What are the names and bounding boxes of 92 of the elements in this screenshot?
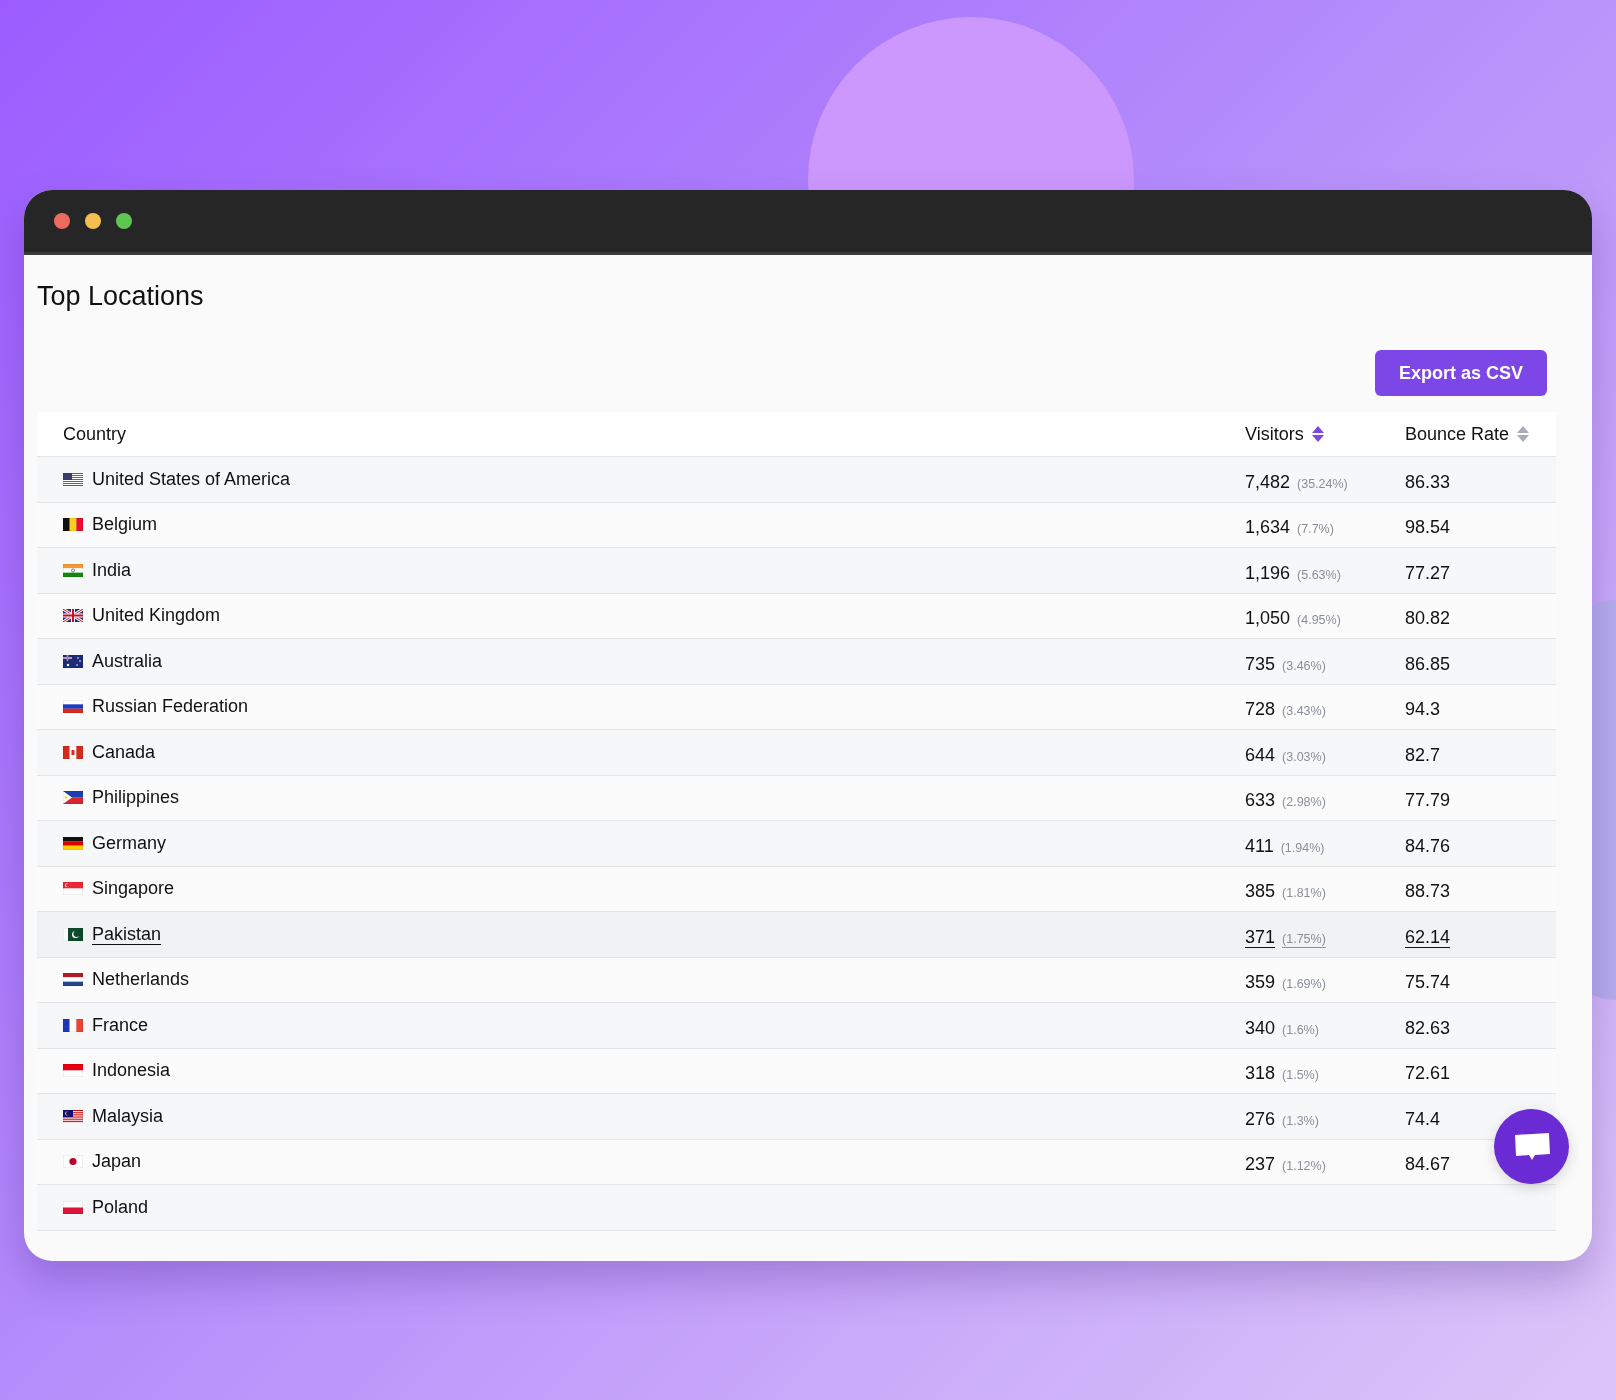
visitor-count: 644 <box>1245 744 1276 766</box>
flag-icon <box>63 1018 83 1032</box>
flag-icon <box>63 836 83 850</box>
flag-icon <box>63 563 83 577</box>
flag-icon <box>63 927 83 941</box>
visitor-share: (3.43%) <box>1282 704 1326 719</box>
bounce-rate: 80.82 <box>1405 608 1451 630</box>
country-name[interactable]: Germany <box>92 832 167 854</box>
country-name[interactable]: France <box>92 1014 149 1036</box>
visitor-share: (35.24%) <box>1297 476 1348 491</box>
country-name[interactable]: Philippines <box>92 787 180 809</box>
flag-icon <box>63 654 83 668</box>
maximize-button[interactable] <box>116 213 132 229</box>
close-button[interactable] <box>54 213 70 229</box>
country-name[interactable]: Netherlands <box>92 969 190 991</box>
export-csv-button[interactable]: Export as CSV <box>1374 350 1547 396</box>
country-name[interactable]: India <box>92 559 132 581</box>
sort-icon[interactable] <box>1311 426 1324 442</box>
flag-icon <box>63 1200 83 1214</box>
chat-bubble-icon <box>1513 1131 1550 1162</box>
page-title: Top Locations <box>37 281 205 312</box>
visitor-count: 633 <box>1245 790 1276 812</box>
visitor-count: 276 <box>1245 1108 1276 1130</box>
visitor-share: (7.7%) <box>1297 522 1334 537</box>
bounce-rate: 77.79 <box>1405 790 1451 812</box>
country-name[interactable]: Pakistan <box>92 923 162 945</box>
visitor-share: (3.46%) <box>1282 658 1326 673</box>
visitor-share: (1.6%) <box>1282 1022 1319 1037</box>
visitor-count: 7,482 <box>1245 471 1291 493</box>
visitor-share: (1.69%) <box>1282 977 1326 992</box>
flag-icon <box>63 472 83 486</box>
visitor-count: 1,634 <box>1245 517 1291 539</box>
visitor-share: (1.5%) <box>1282 1068 1319 1083</box>
bounce-rate: 86.33 <box>1405 471 1451 493</box>
flag-icon <box>63 518 83 532</box>
visitor-share: (1.81%) <box>1282 886 1326 901</box>
bounce-rate: 82.63 <box>1405 1017 1451 1039</box>
column-header: Country <box>63 423 127 445</box>
visitor-share: (1.12%) <box>1282 1159 1326 1174</box>
visitor-count: 385 <box>1245 881 1276 903</box>
bounce-rate: 72.61 <box>1405 1063 1451 1085</box>
visitor-count: 340 <box>1245 1017 1276 1039</box>
visitor-count: 1,196 <box>1245 562 1291 584</box>
country-name[interactable]: Belgium <box>92 514 158 536</box>
visitor-count: 728 <box>1245 699 1276 721</box>
visitor-count: 735 <box>1245 653 1276 675</box>
country-name[interactable]: United Kingdom <box>92 605 221 627</box>
minimize-button[interactable] <box>85 213 101 229</box>
visitor-share: (2.98%) <box>1282 795 1326 810</box>
bounce-rate: 84.76 <box>1405 835 1451 857</box>
country-name[interactable]: Poland <box>92 1196 149 1218</box>
country-name[interactable]: Singapore <box>92 878 175 900</box>
bounce-rate: 88.73 <box>1405 881 1451 903</box>
bounce-rate: 86.85 <box>1405 653 1451 675</box>
visitor-share: (1.3%) <box>1282 1113 1319 1128</box>
visitor-count: 318 <box>1245 1063 1276 1085</box>
country-name[interactable]: Malaysia <box>92 1105 164 1127</box>
bounce-rate: 94.3 <box>1405 699 1441 721</box>
bounce-rate: 98.54 <box>1405 517 1451 539</box>
flag-icon <box>63 882 83 896</box>
visitor-share: (4.95%) <box>1297 613 1341 628</box>
visitor-count: 359 <box>1245 972 1276 994</box>
visitor-share: (1.94%) <box>1280 840 1325 855</box>
visitor-count: 237 <box>1245 1154 1276 1176</box>
bounce-rate: 84.67 <box>1405 1154 1451 1176</box>
flag-icon <box>63 791 83 805</box>
bounce-rate: 74.4 <box>1405 1108 1441 1130</box>
visitor-count: 371 <box>1245 926 1276 948</box>
visitor-share: (5.63%) <box>1297 567 1341 582</box>
bounce-rate: 82.7 <box>1405 744 1441 766</box>
flag-icon <box>63 745 83 759</box>
flag-icon <box>63 609 83 623</box>
country-name[interactable]: Japan <box>92 1151 142 1173</box>
flag-icon <box>63 1155 83 1169</box>
country-name[interactable]: United States of America <box>92 468 291 490</box>
flag-icon <box>63 1064 83 1078</box>
visitor-count: 411 <box>1245 835 1274 857</box>
country-name[interactable]: Canada <box>92 741 156 763</box>
bounce-rate: 75.74 <box>1405 972 1451 994</box>
visitor-count: 1,050 <box>1245 608 1291 630</box>
flag-icon <box>63 973 83 987</box>
country-name[interactable]: Indonesia <box>92 1060 171 1082</box>
bounce-rate: 77.27 <box>1405 562 1451 584</box>
visitor-share: (3.03%) <box>1282 749 1326 764</box>
flag-icon <box>63 1109 83 1123</box>
column-header[interactable]: Bounce Rate <box>1405 423 1510 445</box>
country-name[interactable]: Australia <box>92 650 163 672</box>
flag-icon <box>63 700 83 714</box>
column-header[interactable]: Visitors <box>1245 423 1304 445</box>
bounce-rate: 62.14 <box>1405 926 1451 948</box>
country-name[interactable]: Russian Federation <box>92 696 249 718</box>
visitor-share: (1.75%) <box>1282 931 1326 946</box>
